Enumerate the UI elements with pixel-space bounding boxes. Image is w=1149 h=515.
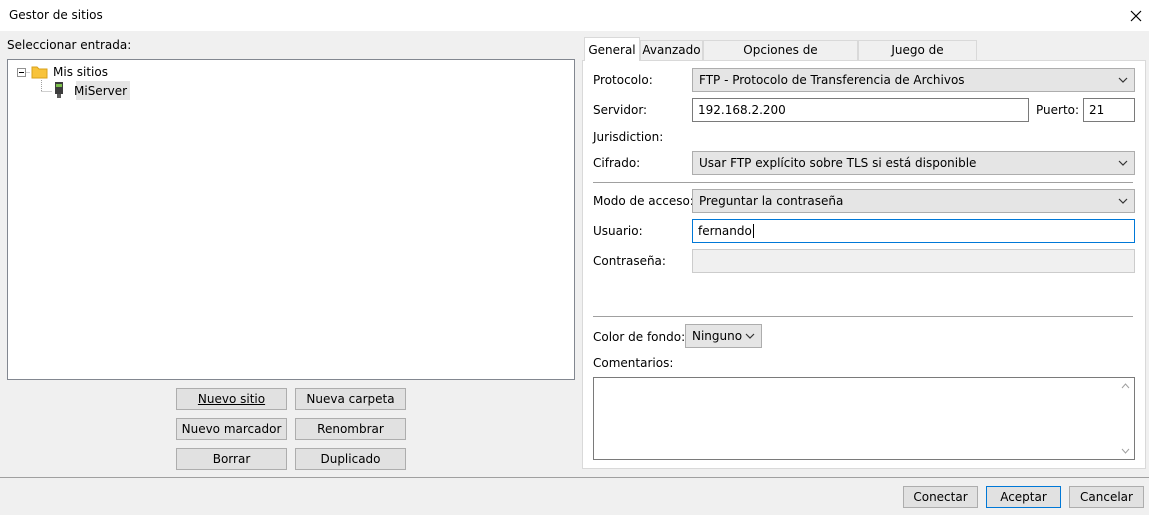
chevron-down-icon bbox=[1118, 77, 1128, 83]
cancel-label: Cancelar bbox=[1080, 490, 1133, 504]
chevron-down-icon bbox=[745, 333, 755, 339]
new-folder-label: Nueva carpeta bbox=[306, 392, 395, 406]
rename-button[interactable]: Renombrar bbox=[295, 418, 406, 440]
duplicate-button[interactable]: Duplicado bbox=[295, 448, 406, 470]
new-folder-button[interactable]: Nueva carpeta bbox=[295, 388, 406, 410]
site-tree[interactable]: Mis sitios MiServer bbox=[7, 59, 575, 380]
encryption-value: Usar FTP explícito sobre TLS si está dis… bbox=[699, 156, 977, 170]
connect-label: Conectar bbox=[913, 490, 968, 504]
comments-scrollbar[interactable] bbox=[1117, 378, 1134, 459]
new-site-button[interactable]: Nuevo sitio bbox=[176, 388, 287, 410]
rename-label: Renombrar bbox=[317, 422, 384, 436]
bgcolor-value: Ninguno bbox=[692, 329, 743, 343]
password-input[interactable] bbox=[692, 249, 1135, 273]
jurisdiction-label: Jurisdiction: bbox=[593, 130, 664, 144]
delete-label: Borrar bbox=[212, 452, 251, 466]
delete-button[interactable]: Borrar bbox=[176, 448, 287, 470]
tree-item-miserver[interactable]: MiServer bbox=[74, 84, 127, 98]
text-cursor bbox=[752, 224, 754, 238]
separator bbox=[593, 316, 1133, 317]
comments-textarea[interactable] bbox=[593, 377, 1135, 460]
access-mode-label: Modo de acceso: bbox=[593, 194, 694, 208]
protocol-label: Protocolo: bbox=[593, 73, 653, 87]
user-value: fernando bbox=[698, 224, 752, 238]
server-input[interactable]: 192.168.2.200 bbox=[692, 98, 1029, 122]
port-input[interactable]: 21 bbox=[1083, 98, 1135, 122]
comments-label: Comentarios: bbox=[593, 356, 674, 370]
access-mode-select[interactable]: Preguntar la contraseña bbox=[692, 189, 1135, 213]
server-icon bbox=[55, 82, 63, 98]
user-input[interactable]: fernando bbox=[692, 219, 1135, 243]
new-bookmark-label: Nuevo marcador bbox=[181, 422, 282, 436]
port-label: Puerto: bbox=[1036, 103, 1080, 117]
footer-separator bbox=[0, 477, 1149, 478]
encryption-select[interactable]: Usar FTP explícito sobre TLS si está dis… bbox=[692, 151, 1135, 175]
connect-button[interactable]: Conectar bbox=[903, 486, 978, 508]
title-bar bbox=[0, 0, 1149, 31]
chevron-down-icon bbox=[1118, 160, 1128, 166]
separator bbox=[593, 182, 1133, 183]
accept-button[interactable]: Aceptar bbox=[986, 486, 1061, 508]
bgcolor-select[interactable]: Ninguno bbox=[685, 324, 762, 348]
bgcolor-label: Color de fondo: bbox=[593, 330, 686, 344]
password-label: Contraseña: bbox=[593, 254, 666, 268]
window-title: Gestor de sitios bbox=[9, 8, 103, 22]
accept-label: Aceptar bbox=[1000, 490, 1047, 504]
protocol-select[interactable]: FTP - Protocolo de Transferencia de Arch… bbox=[692, 68, 1135, 92]
server-label: Servidor: bbox=[593, 103, 648, 117]
duplicate-label: Duplicado bbox=[320, 452, 381, 466]
encryption-label: Cifrado: bbox=[593, 156, 641, 170]
tab-avanzado[interactable]: Avanzado bbox=[640, 40, 703, 60]
tab-juego-caracteres[interactable]: Juego de caracteres bbox=[858, 40, 977, 76]
user-label: Usuario: bbox=[593, 224, 643, 238]
cancel-button[interactable]: Cancelar bbox=[1069, 486, 1144, 508]
select-entry-label: Seleccionar entrada: bbox=[7, 38, 132, 52]
tab-opciones-transferencia[interactable]: Opciones de Transferencia bbox=[703, 40, 858, 76]
chevron-down-icon bbox=[1118, 198, 1128, 204]
new-bookmark-button[interactable]: Nuevo marcador bbox=[176, 418, 287, 440]
close-icon[interactable] bbox=[1122, 2, 1149, 29]
tab-general[interactable]: General bbox=[584, 37, 640, 61]
new-site-label: Nuevo sitio bbox=[197, 392, 266, 406]
access-mode-value: Preguntar la contraseña bbox=[699, 194, 844, 208]
protocol-value: FTP - Protocolo de Transferencia de Arch… bbox=[699, 73, 965, 87]
folder-icon bbox=[31, 66, 48, 79]
tree-item-mis-sitios[interactable]: Mis sitios bbox=[53, 65, 108, 79]
